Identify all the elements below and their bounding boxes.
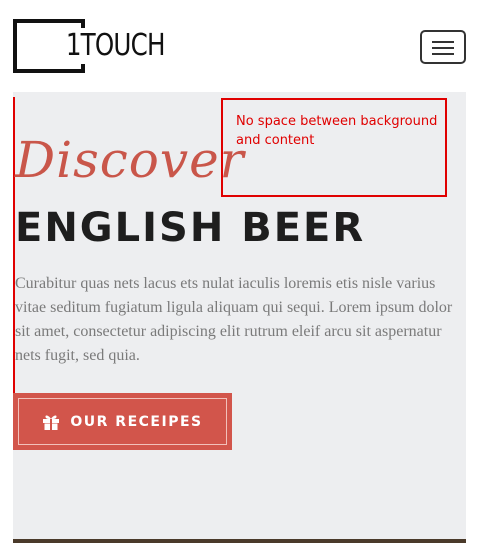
hero-script-title: Discover xyxy=(15,131,245,189)
logo[interactable]: 1TOUCH xyxy=(13,19,166,73)
hamburger-menu-icon xyxy=(432,41,454,43)
annotation-box: No space between background and content xyxy=(221,98,447,197)
receipes-button-wrapper: OUR RECEIPES xyxy=(13,393,232,450)
hamburger-bar xyxy=(432,47,454,49)
hero-lead-text: Curabitur quas nets lacus ets nulat iacu… xyxy=(15,275,453,364)
menu-toggle-button[interactable] xyxy=(420,30,466,64)
our-receipes-button[interactable]: OUR RECEIPES xyxy=(18,398,227,445)
hero-image-edge xyxy=(13,539,466,543)
hero-headline: ENGLISH BEER xyxy=(15,205,366,251)
our-receipes-button-label: OUR RECEIPES xyxy=(70,413,203,430)
hamburger-bar xyxy=(432,53,454,55)
site-header: 1TOUCH xyxy=(0,0,479,92)
annotation-note: No space between background and content xyxy=(236,114,438,148)
gift-icon xyxy=(43,415,60,430)
logo-text: 1TOUCH xyxy=(65,28,166,64)
